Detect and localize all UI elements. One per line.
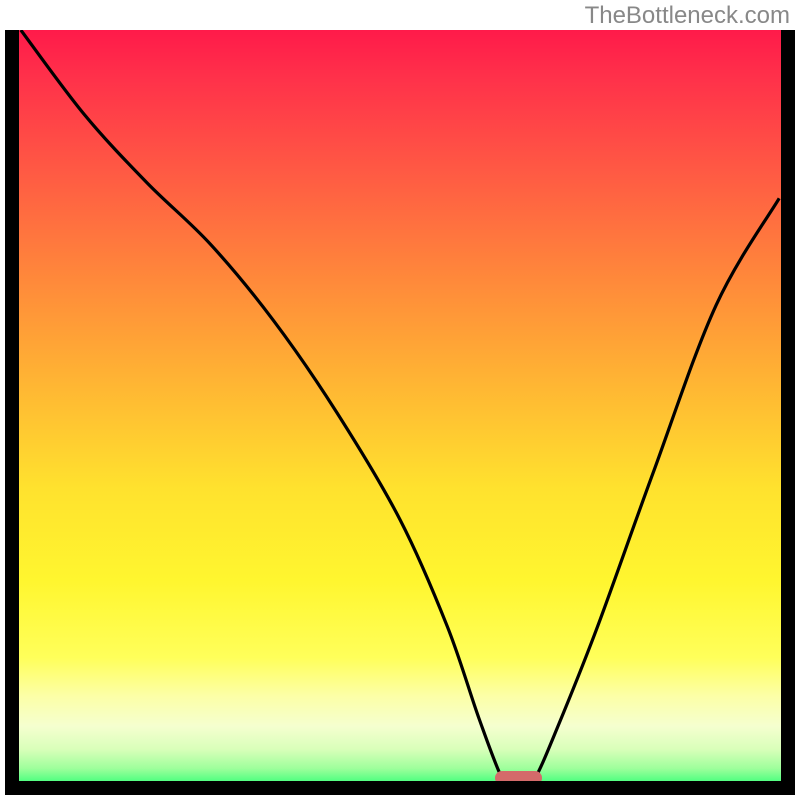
bottleneck-curve [5,30,795,795]
axis-right [781,30,795,795]
axis-bottom [5,781,795,795]
axis-left [5,30,19,795]
watermark-text: TheBottleneck.com [585,2,790,30]
chart-container: TheBottleneck.com [0,0,800,800]
